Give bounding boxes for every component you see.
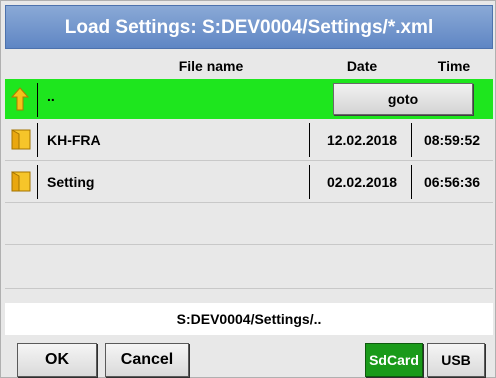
file-date: 02.02.2018 — [326, 174, 398, 190]
column-separator — [37, 83, 38, 117]
current-path: S:DEV0004/Settings/.. — [5, 303, 493, 335]
column-header-time: Time — [437, 58, 471, 74]
column-header-file-name: File name — [178, 58, 244, 74]
cancel-button[interactable]: Cancel — [105, 343, 189, 377]
file-time: 06:56:36 — [423, 174, 481, 190]
column-separator — [37, 165, 38, 199]
empty-row — [5, 245, 493, 289]
parent-directory-label: .. — [47, 88, 55, 104]
file-row[interactable]: KH-FRA 12.02.2018 08:59:52 — [5, 119, 493, 161]
column-separator — [37, 123, 38, 157]
usb-button[interactable]: USB — [427, 343, 485, 377]
window-title: Load Settings: S:DEV0004/Settings/*.xml — [5, 5, 493, 49]
folder-icon — [11, 129, 31, 150]
load-settings-window: Load Settings: S:DEV0004/Settings/*.xml … — [0, 0, 496, 378]
ok-button[interactable]: OK — [17, 343, 97, 377]
up-arrow-icon — [11, 87, 29, 111]
parent-directory-row[interactable]: .. goto — [5, 79, 493, 119]
file-time: 08:59:52 — [423, 132, 481, 148]
column-header-date: Date — [346, 58, 378, 74]
file-date: 12.02.2018 — [326, 132, 398, 148]
file-row[interactable]: Setting 02.02.2018 06:56:36 — [5, 161, 493, 203]
folder-icon — [11, 171, 31, 192]
file-name: KH-FRA — [47, 132, 101, 148]
sdcard-button[interactable]: SdCard — [365, 343, 423, 377]
goto-button[interactable]: goto — [333, 83, 473, 115]
empty-row — [5, 203, 493, 245]
file-name: Setting — [47, 174, 95, 190]
